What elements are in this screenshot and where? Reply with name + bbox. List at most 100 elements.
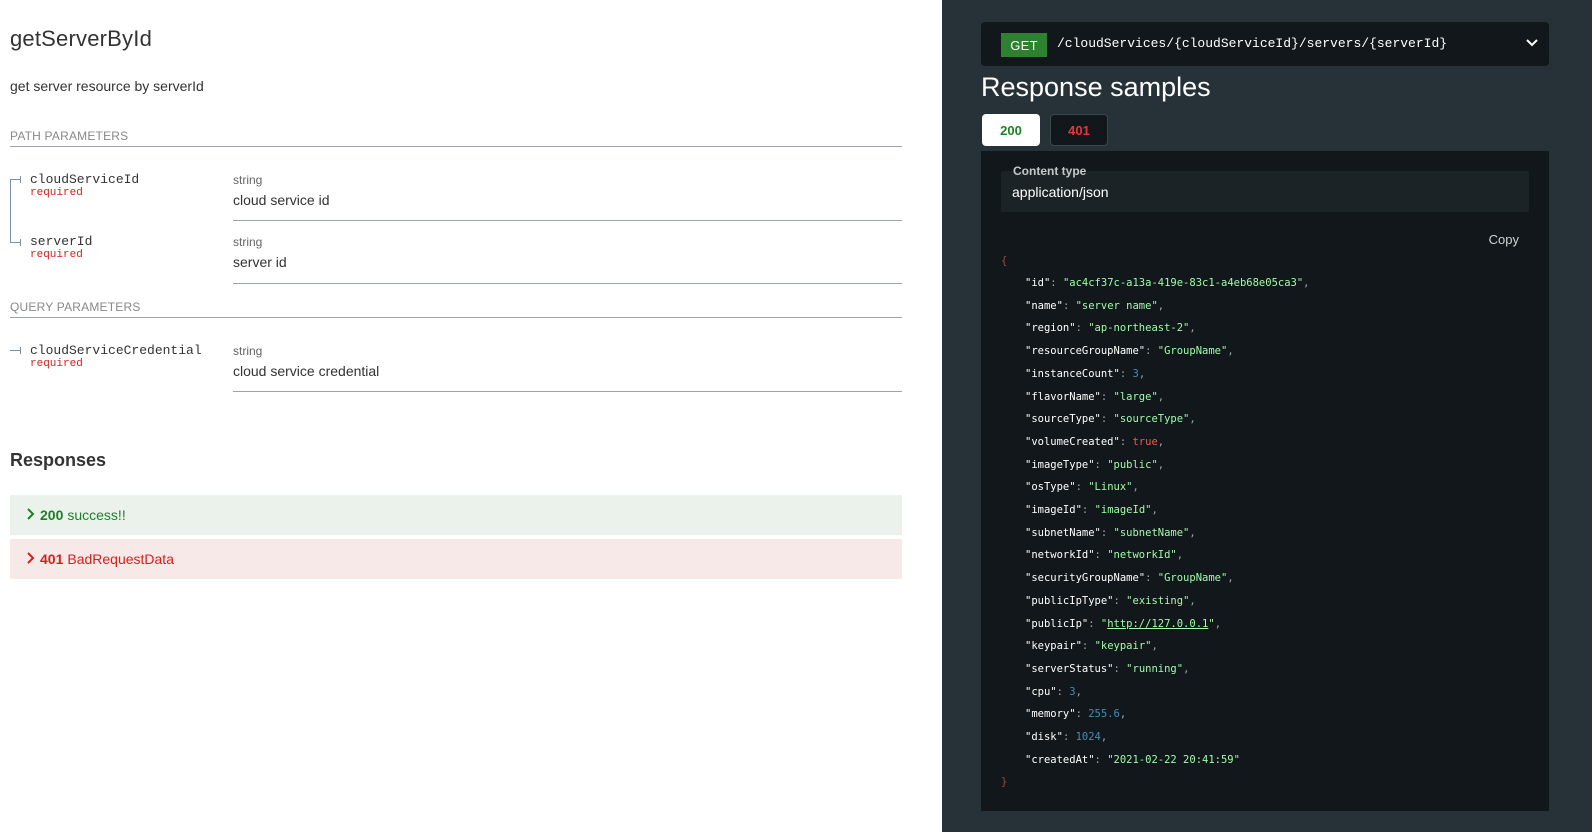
- param-tree-line: [10, 179, 11, 242]
- json-key: "resourceGroupName": [1025, 345, 1146, 358]
- tab-200[interactable]: 200: [982, 114, 1040, 146]
- param-tree-branch: [10, 242, 20, 243]
- param-type: string: [233, 235, 263, 249]
- response-label: success!!: [67, 507, 126, 523]
- json-key: "memory": [1025, 708, 1076, 721]
- json-colon: :: [1145, 572, 1158, 585]
- param-tree-branch: [10, 350, 20, 351]
- tab-401[interactable]: 401: [1050, 114, 1108, 146]
- json-key: "imageType": [1025, 458, 1095, 471]
- response-200-toggle[interactable]: 200 success!!: [10, 495, 902, 535]
- json-close-brace: }: [1001, 776, 1008, 789]
- json-line: "flavorName": "large",: [1025, 391, 1164, 403]
- endpoint-path: /cloudServices/{cloudServiceId}/servers/…: [1057, 36, 1448, 51]
- json-line: "region": "ap-northeast-2",: [1025, 322, 1196, 334]
- json-line: "sourceType": "sourceType",: [1025, 413, 1196, 425]
- json-key: "instanceCount": [1025, 367, 1120, 380]
- json-value: "keypair": [1094, 640, 1152, 653]
- param-divider: [233, 391, 902, 392]
- json-colon: :: [1145, 345, 1158, 358]
- response-401-toggle[interactable]: 401 BadRequestData: [10, 539, 902, 579]
- copy-button[interactable]: Copy: [1489, 232, 1519, 247]
- sample-content: Content type application/json Copy { "id"…: [981, 151, 1549, 811]
- operation-title: getServerById: [10, 26, 153, 51]
- json-line: "createdAt": "2021-02-22 20:41:59": [1025, 754, 1240, 766]
- endpoint-toggle[interactable]: GET /cloudServices/{cloudServiceId}/serv…: [981, 22, 1549, 66]
- json-value: "GroupName": [1157, 345, 1228, 358]
- json-comma: ,: [1183, 662, 1190, 675]
- json-key: "id": [1025, 277, 1051, 289]
- json-link[interactable]: http://127.0.0.1: [1107, 618, 1208, 630]
- json-value: "subnetName": [1113, 526, 1190, 539]
- json-value: "public": [1107, 458, 1158, 471]
- operation-panel: getServerById get server resource by ser…: [0, 0, 942, 832]
- json-colon: :: [1088, 617, 1101, 630]
- json-colon: :: [1081, 504, 1095, 516]
- json-key: "osType": [1025, 481, 1076, 494]
- json-key: "region": [1025, 322, 1076, 335]
- json-comma: ,: [1119, 708, 1127, 721]
- json-line: "id": "ac4cf37c-a13a-419e-83c1-a4eb68e05…: [1025, 277, 1310, 289]
- chevron-right-icon: [26, 507, 40, 523]
- param-required-label: required: [30, 358, 83, 370]
- json-comma: ,: [1189, 594, 1196, 607]
- json-colon: :: [1119, 435, 1133, 448]
- json-comma: ,: [1227, 345, 1234, 358]
- query-parameters-divider: [10, 317, 902, 318]
- param-divider: [233, 220, 902, 221]
- json-key: "sourceType": [1025, 413, 1101, 426]
- json-comma: ,: [1151, 504, 1158, 516]
- json-line: "serverStatus": "running",: [1025, 663, 1189, 675]
- json-colon: :: [1100, 526, 1114, 539]
- param-tree-cap: [20, 347, 21, 354]
- json-colon: :: [1081, 640, 1095, 653]
- json-colon: :: [1094, 458, 1108, 471]
- param-name: cloudServiceCredential: [30, 343, 202, 358]
- json-comma: ,: [1189, 413, 1196, 426]
- param-tree-cap: [20, 239, 21, 246]
- json-value: 255.6: [1088, 708, 1120, 721]
- json-key: "securityGroupName": [1025, 572, 1146, 585]
- param-divider: [233, 283, 902, 284]
- response-code: 401: [40, 551, 64, 567]
- param-description: server id: [233, 254, 287, 270]
- operation-description: get server resource by serverId: [10, 78, 204, 94]
- json-line: "resourceGroupName": "GroupName",: [1025, 345, 1234, 357]
- json-open-brace: {: [1001, 255, 1008, 267]
- json-line: "subnetName": "subnetName",: [1025, 527, 1196, 539]
- content-type-label: Content type: [1013, 164, 1087, 178]
- json-colon: :: [1075, 481, 1089, 494]
- param-tree-cap: [20, 176, 21, 183]
- json-colon: :: [1100, 390, 1114, 403]
- json-comma: ,: [1157, 390, 1165, 403]
- json-value: "GroupName": [1157, 572, 1228, 585]
- chevron-right-icon: [26, 551, 40, 567]
- json-colon: :: [1100, 413, 1114, 426]
- chevron-down-icon: [1525, 36, 1539, 50]
- http-method-badge: GET: [1001, 33, 1047, 57]
- json-value: "2021-02-22 20:41:59": [1107, 753, 1240, 766]
- json-line: "disk": 1024,: [1025, 731, 1107, 743]
- json-value: "existing": [1126, 594, 1190, 607]
- param-type: string: [233, 344, 263, 358]
- param-required-label: required: [30, 187, 83, 199]
- json-line: "keypair": "keypair",: [1025, 640, 1158, 652]
- json-key: "flavorName": [1025, 390, 1101, 403]
- json-colon: :: [1062, 731, 1076, 743]
- content-type-value[interactable]: application/json: [1012, 184, 1109, 200]
- responses-heading: Responses: [10, 450, 107, 470]
- param-name: cloudServiceId: [30, 172, 140, 187]
- json-comma: ,: [1075, 685, 1082, 698]
- param-tree-branch: [10, 179, 20, 180]
- json-comma: ,: [1214, 617, 1222, 630]
- json-line: "networkId": "networkId",: [1025, 549, 1183, 561]
- json-comma: ,: [1303, 277, 1310, 289]
- json-key: "networkId": [1025, 549, 1095, 562]
- json-comma: ,: [1227, 572, 1234, 585]
- json-comma: ,: [1157, 299, 1165, 312]
- json-comma: ,: [1189, 526, 1196, 539]
- response-code: 200: [40, 507, 64, 523]
- json-colon: :: [1094, 753, 1108, 766]
- json-value: "networkId": [1107, 549, 1177, 562]
- json-line: "memory": 255.6,: [1025, 708, 1126, 720]
